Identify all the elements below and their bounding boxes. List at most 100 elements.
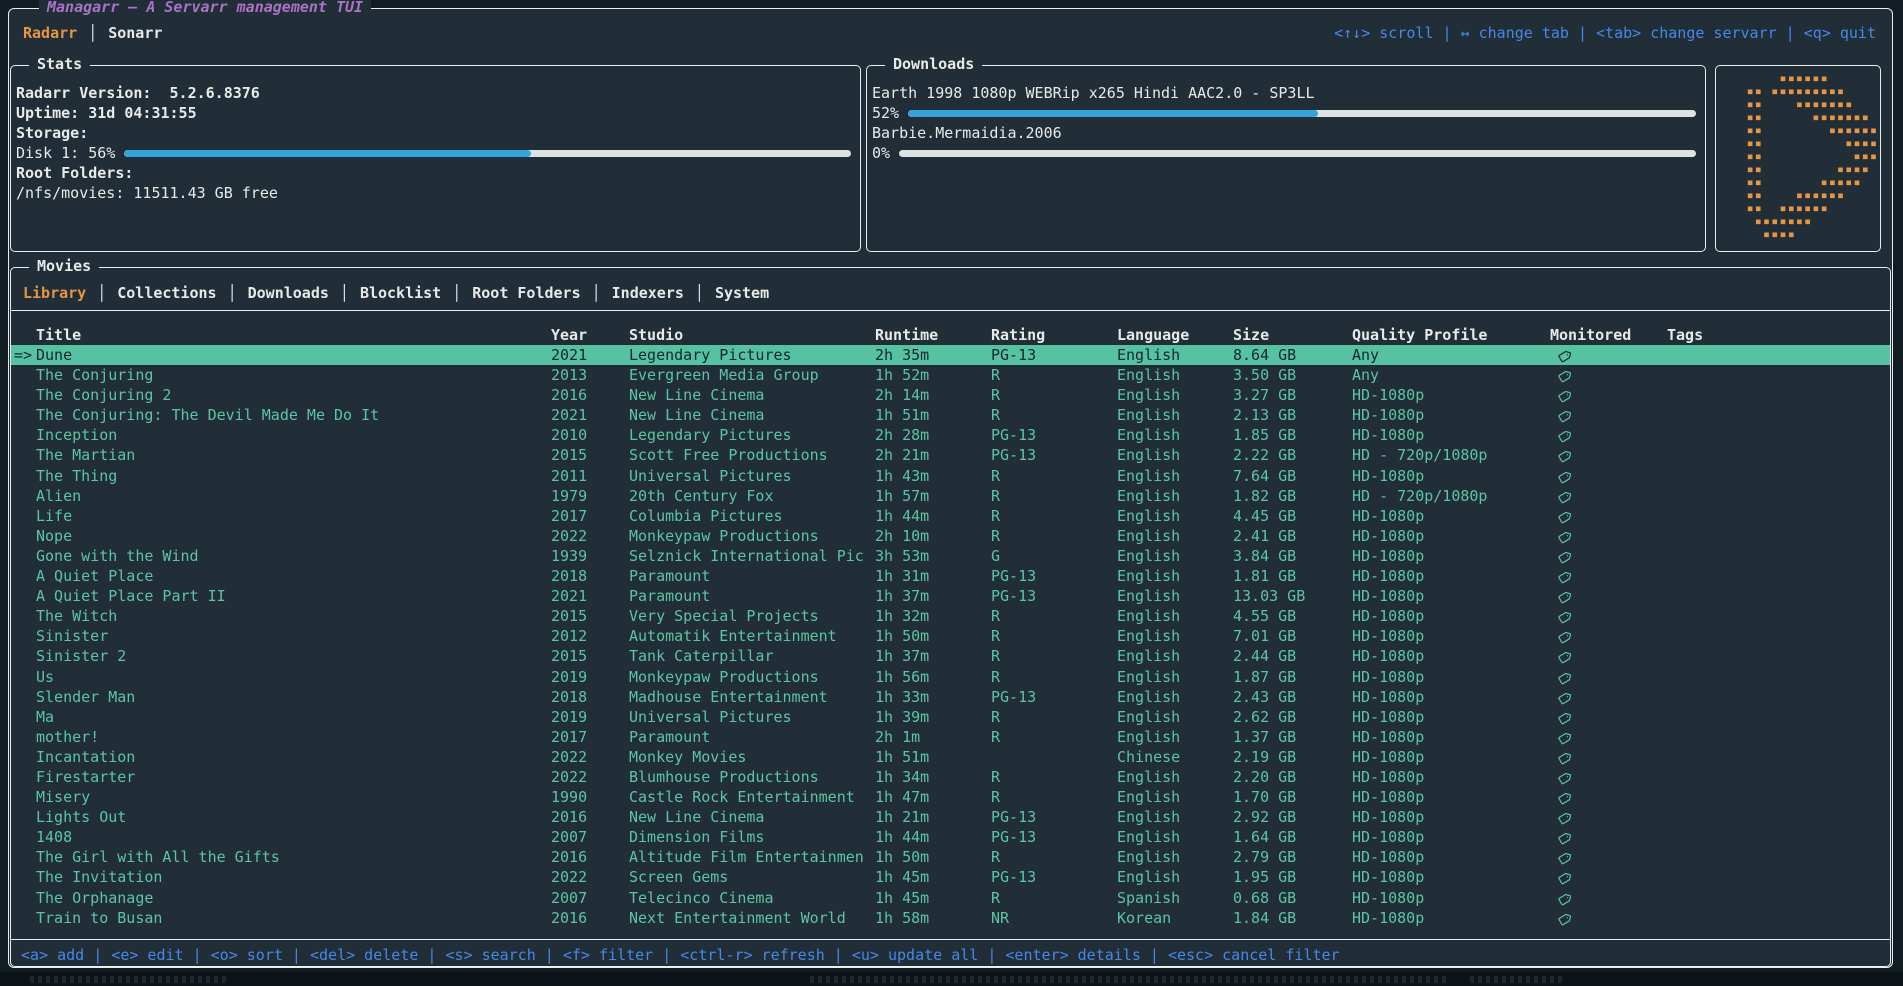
key-hint-o-sort: <o> sort [211, 946, 283, 964]
runtime-cell: 1h 57m [875, 486, 929, 506]
studio-cell: Paramount [629, 586, 710, 606]
movie-row[interactable]: The Conjuring: The Devil Made Me Do It20… [11, 405, 1890, 425]
rating-cell: R [991, 847, 1000, 867]
runtime-cell: 1h 58m [875, 908, 929, 928]
movie-row[interactable]: The Martian2015Scott Free Productions2h … [11, 445, 1890, 465]
movie-row[interactable]: Life2017Columbia Pictures1h 44mREnglish4… [11, 506, 1890, 526]
column-header-rating[interactable]: Rating [991, 324, 1045, 346]
studio-cell: Scott Free Productions [629, 445, 828, 465]
language-cell: English [1117, 365, 1180, 385]
movie-row[interactable]: Ma2019Universal Pictures1h 39mREnglish2.… [11, 707, 1890, 727]
download-progressbar [899, 150, 1696, 157]
tab-root-folders[interactable]: Root Folders [470, 284, 582, 302]
year-cell: 2021 [551, 345, 587, 365]
movie-row[interactable]: Gone with the Wind1939Selznick Internati… [11, 546, 1890, 566]
column-header-tags[interactable]: Tags [1667, 324, 1703, 346]
year-cell: 2016 [551, 908, 587, 928]
size-cell: 1.95 GB [1233, 867, 1296, 887]
year-cell: 2015 [551, 646, 587, 666]
year-cell: 2018 [551, 687, 587, 707]
studio-cell: Screen Gems [629, 867, 728, 887]
size-cell: 8.64 GB [1233, 345, 1296, 365]
logo-panel: ▪▪▪▪▪▪ ▪▪ ▪▪▪▪▪▪▪▪▪ ▪▪ ▪▪▪▪▪▪▪ ▪▪ ▪▪▪▪▪▪… [1715, 65, 1881, 252]
terminal-screen: Managarr – A Servarr management TUI Rada… [0, 0, 1903, 986]
size-cell: 3.27 GB [1233, 385, 1296, 405]
column-header-year[interactable]: Year [551, 324, 587, 346]
size-cell: 7.01 GB [1233, 626, 1296, 646]
download-progress-fill [908, 110, 1318, 117]
movie-row[interactable]: The Girl with All the Gifts2016Altitude … [11, 847, 1890, 867]
column-header-title[interactable]: Title [36, 324, 81, 346]
tab-library[interactable]: Library [21, 284, 88, 302]
title-cell: mother! [36, 727, 99, 747]
quality-profile-cell: HD-1080p [1352, 767, 1424, 787]
year-cell: 2022 [551, 526, 587, 546]
runtime-cell: 1h 50m [875, 847, 929, 867]
column-header-language[interactable]: Language [1117, 324, 1189, 346]
title-cell: Life [36, 506, 72, 526]
movie-row[interactable]: Nope2022Monkeypaw Productions2h 10mREngl… [11, 526, 1890, 546]
title-cell: 1408 [36, 827, 72, 847]
tab-collections[interactable]: Collections [115, 284, 218, 302]
movie-row[interactable]: Inception2010Legendary Pictures2h 28mPG-… [11, 425, 1890, 445]
quality-profile-cell: HD-1080p [1352, 385, 1424, 405]
title-cell: Inception [36, 425, 117, 445]
tab-blocklist[interactable]: Blocklist [358, 284, 443, 302]
movie-row[interactable]: The Conjuring2013Evergreen Media Group1h… [11, 365, 1890, 385]
movie-row[interactable]: Firestarter2022Blumhouse Productions1h 3… [11, 767, 1890, 787]
disk-usage-line: Disk 1: 56% [16, 143, 851, 163]
key-hint-esc-cancel-filter: <esc> cancel filter [1168, 946, 1340, 964]
movie-row[interactable]: The Invitation2022Screen Gems1h 45mPG-13… [11, 867, 1890, 887]
movie-row[interactable]: The Orphanage2007Telecinco Cinema1h 45mR… [11, 888, 1890, 908]
quality-profile-cell: Any [1352, 345, 1379, 365]
movie-row[interactable]: 14082007Dimension Films1h 44mPG-13Englis… [11, 827, 1890, 847]
column-header-size[interactable]: Size [1233, 324, 1269, 346]
movie-row[interactable]: Incantation2022Monkey Movies1h 51mChines… [11, 747, 1890, 767]
stats-line: Radarr Version: 5.2.6.8376 [16, 83, 851, 103]
size-cell: 1.70 GB [1233, 787, 1296, 807]
studio-cell: Monkey Movies [629, 747, 746, 767]
column-header-quality-profile[interactable]: Quality Profile [1352, 324, 1487, 346]
movie-row[interactable]: Sinister 22015Tank Caterpillar1h 37mREng… [11, 646, 1890, 666]
movie-row[interactable]: =>Dune2021Legendary Pictures2h 35mPG-13E… [11, 345, 1890, 365]
tab-system[interactable]: System [713, 284, 771, 302]
movie-row[interactable]: Slender Man2018Madhouse Entertainment1h … [11, 687, 1890, 707]
tab-indexers[interactable]: Indexers [610, 284, 686, 302]
size-cell: 2.13 GB [1233, 405, 1296, 425]
studio-cell: New Line Cinema [629, 405, 764, 425]
rating-cell: PG-13 [991, 445, 1036, 465]
movie-row[interactable]: A Quiet Place2018Paramount1h 31mPG-13Eng… [11, 566, 1890, 586]
movie-row[interactable]: Misery1990Castle Rock Entertainment1h 47… [11, 787, 1890, 807]
movie-row[interactable]: Sinister2012Automatik Entertainment1h 50… [11, 626, 1890, 646]
year-cell: 1990 [551, 787, 587, 807]
keybar-separator-bar: | [1433, 24, 1460, 42]
key-hint-u-update-all: <u> update all [852, 946, 978, 964]
keybar-separator-bar: | [184, 946, 211, 964]
size-cell: 2.44 GB [1233, 646, 1296, 666]
movie-row[interactable]: The Thing2011Universal Pictures1h 43mREn… [11, 466, 1890, 486]
movie-row[interactable]: The Witch2015Very Special Projects1h 32m… [11, 606, 1890, 626]
servarr-tab-sonarr[interactable]: Sonarr [106, 24, 164, 42]
movie-row[interactable]: A Quiet Place Part II2021Paramount1h 37m… [11, 586, 1890, 606]
size-cell: 2.62 GB [1233, 707, 1296, 727]
language-cell: English [1117, 687, 1180, 707]
movie-row[interactable]: mother!2017Paramount2h 1mREnglish1.37 GB… [11, 727, 1890, 747]
runtime-cell: 1h 44m [875, 506, 929, 526]
movie-row[interactable]: Alien197920th Century Fox1h 57mREnglish1… [11, 486, 1890, 506]
size-cell: 13.03 GB [1233, 586, 1305, 606]
language-cell: English [1117, 626, 1180, 646]
movie-row[interactable]: Us2019Monkeypaw Productions1h 56mREnglis… [11, 667, 1890, 687]
column-header-runtime[interactable]: Runtime [875, 324, 938, 346]
stats-panel-title: Stats [29, 55, 90, 73]
language-cell: English [1117, 486, 1180, 506]
key-hint-tab-change-servarr: <tab> change servarr [1596, 24, 1777, 42]
column-header-monitored[interactable]: Monitored [1550, 324, 1631, 346]
movie-row[interactable]: Train to Busan2016Next Entertainment Wor… [11, 908, 1890, 928]
language-cell: English [1117, 586, 1180, 606]
movie-row[interactable]: Lights Out2016New Line Cinema1h 21mPG-13… [11, 807, 1890, 827]
year-cell: 2022 [551, 867, 587, 887]
tab-downloads[interactable]: Downloads [246, 284, 331, 302]
servarr-tab-radarr[interactable]: Radarr [21, 24, 79, 42]
column-header-studio[interactable]: Studio [629, 324, 683, 346]
movie-row[interactable]: The Conjuring 22016New Line Cinema2h 14m… [11, 385, 1890, 405]
